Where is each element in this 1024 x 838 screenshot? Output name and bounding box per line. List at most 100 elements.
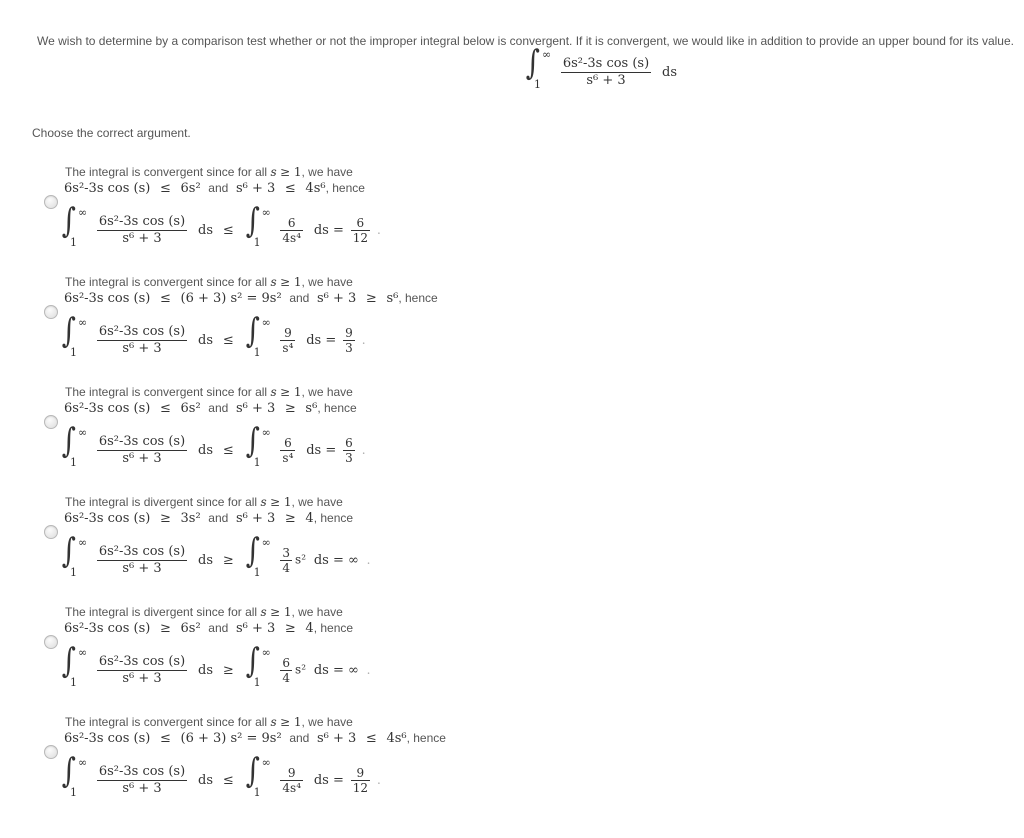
inequality2-rhs: 4s⁶ — [305, 181, 326, 196]
domain-condition: ≥ 1 — [279, 385, 302, 399]
integral-sign: ∫ ∞ 1 — [245, 641, 271, 689]
option-radio[interactable] — [44, 745, 58, 759]
differential: ds — [198, 662, 214, 678]
period: . — [376, 772, 381, 787]
comparison-denominator: 4 — [282, 560, 291, 575]
answer-option[interactable]: The integral is convergent since for all… — [42, 708, 942, 818]
comparison-fraction: 9 s⁴ — [280, 326, 296, 355]
integral-sign: ∫ ∞ 1 — [61, 751, 88, 799]
premise-text: The integral is convergent since for all — [65, 275, 268, 289]
option-inequalities: 6s²-3s cos (s) ≥ 6s² and s⁶ + 3 ≥ 4, hen… — [64, 620, 353, 636]
lower-limit: 1 — [253, 346, 261, 359]
period: . — [376, 222, 381, 237]
option-premise: The integral is convergent since for all… — [65, 715, 353, 729]
result-numerator: 9 — [343, 325, 355, 341]
comparison-relation: ≥ — [222, 552, 234, 568]
period: . — [366, 662, 371, 677]
result-fraction: 9 12 — [350, 766, 370, 795]
comparison-relation: ≥ — [222, 662, 234, 678]
result-equals: ds = — [313, 772, 344, 788]
inequality1-relation: ≤ — [159, 291, 171, 306]
option-comparison: ∫ ∞ 1 6s²-3s cos (s) s⁶ + 3 ds ≤ ∫ ∞ 1 9… — [60, 311, 366, 360]
option-comparison: ∫ ∞ 1 6s²-3s cos (s) s⁶ + 3 ds ≤ ∫ ∞ 1 6… — [60, 201, 381, 250]
option-radio[interactable] — [44, 305, 58, 319]
variable: s — [260, 495, 267, 509]
hence-text: , hence — [313, 511, 354, 525]
result-fraction: 6 12 — [350, 216, 370, 245]
inequality2-lhs: s⁶ + 3 — [235, 401, 276, 416]
option-radio[interactable] — [44, 525, 58, 539]
lower-limit: 1 — [70, 786, 77, 799]
inequality2-relation: ≥ — [365, 291, 377, 306]
hence-text: , hence — [325, 181, 365, 195]
hence-text: , hence — [398, 291, 438, 305]
premise-text: The integral is convergent since for all — [65, 715, 268, 729]
lower-limit: 1 — [534, 78, 541, 91]
integral-sign: ∫ ∞ 1 — [245, 421, 271, 469]
upper-limit: ∞ — [542, 48, 552, 61]
inequality1-lhs: 6s²-3s cos (s) — [64, 511, 151, 526]
lower-limit: 1 — [70, 346, 77, 359]
lower-limit: 1 — [70, 236, 77, 249]
inequality1-lhs: 6s²-3s cos (s) — [64, 401, 151, 416]
inequality2-rhs: s⁶ — [305, 401, 318, 416]
inequality2-rhs: 4 — [305, 511, 314, 526]
inequality1-relation: ≤ — [159, 401, 171, 416]
integral-sign: ∫ ∞ 1 — [61, 201, 88, 249]
option-inequalities: 6s²-3s cos (s) ≤ 6s² and s⁶ + 3 ≥ s⁶, he… — [64, 400, 357, 416]
inequality2-lhs: s⁶ + 3 — [235, 511, 276, 526]
upper-limit: ∞ — [78, 206, 88, 219]
upper-limit: ∞ — [261, 756, 271, 769]
comparison-numerator: 9 — [280, 766, 304, 781]
integrand-denominator: s⁶ + 3 — [122, 670, 162, 686]
variable: s — [270, 165, 277, 179]
inequality1-lhs: 6s²-3s cos (s) — [64, 181, 151, 196]
integrand-fraction: 6s²-3s cos (s) s⁶ + 3 — [96, 433, 188, 467]
lower-limit: 1 — [253, 566, 261, 579]
upper-limit: ∞ — [261, 206, 271, 219]
answer-option[interactable]: The integral is convergent since for all… — [42, 378, 942, 488]
integrand-numerator: 6s²-3s cos (s) — [96, 323, 188, 341]
inequality1-rhs: 6s² — [180, 621, 201, 636]
integrand-numerator: 6s²-3s cos (s) — [96, 653, 188, 671]
differential: ds — [198, 332, 214, 348]
comparison-relation: ≤ — [222, 222, 234, 238]
answer-option[interactable]: The integral is divergent since for all … — [42, 488, 942, 598]
result-equals: ds = — [306, 332, 337, 348]
inequality2-rhs: 4s⁶ — [386, 731, 407, 746]
comparison-denominator: s⁴ — [282, 340, 294, 355]
upper-limit: ∞ — [78, 316, 88, 329]
lower-limit: 1 — [253, 676, 261, 689]
integral-sign: ∫ ∞ 1 — [245, 201, 271, 249]
option-radio[interactable] — [44, 195, 58, 209]
variable: s — [270, 715, 277, 729]
result-equals: ds = — [306, 442, 337, 458]
comparison-numerator: 6 — [280, 216, 304, 231]
inequality2-rhs: 4 — [305, 621, 314, 636]
answer-option[interactable]: The integral is convergent since for all… — [42, 158, 942, 268]
variable: s — [270, 275, 277, 289]
variable: s — [260, 605, 267, 619]
integrand-numerator: 6s²-3s cos (s) — [96, 433, 188, 451]
result-denominator: 3 — [345, 450, 353, 465]
hence-text: , hence — [313, 621, 354, 635]
option-radio[interactable] — [44, 635, 58, 649]
comparison-fraction: 6 4s⁴ — [280, 216, 304, 245]
inequality1-rhs: 3s² — [180, 511, 201, 526]
integral-sign: ∫ ∞ 1 — [61, 311, 88, 359]
premise-suffix: , we have — [301, 385, 353, 399]
inequality2-relation: ≥ — [284, 401, 296, 416]
answer-option[interactable]: The integral is convergent since for all… — [42, 268, 942, 378]
integral-sign: ∫ ∞ 1 — [61, 531, 88, 579]
inequality1-relation: ≥ — [159, 511, 171, 526]
lower-limit: 1 — [70, 676, 77, 689]
integrand-denominator: s⁶ + 3 — [122, 340, 162, 356]
premise-suffix: , we have — [291, 605, 343, 619]
inequality1-lhs: 6s²-3s cos (s) — [64, 291, 151, 306]
answer-option[interactable]: The integral is divergent since for all … — [42, 598, 942, 708]
integrand-fraction: 6s²-3s cos (s) s⁶ + 3 — [96, 323, 188, 357]
integrand-numerator: 6s²-3s cos (s) — [560, 55, 652, 73]
inequality1-lhs: 6s²-3s cos (s) — [64, 731, 151, 746]
differential: ds — [198, 552, 214, 568]
option-radio[interactable] — [44, 415, 58, 429]
